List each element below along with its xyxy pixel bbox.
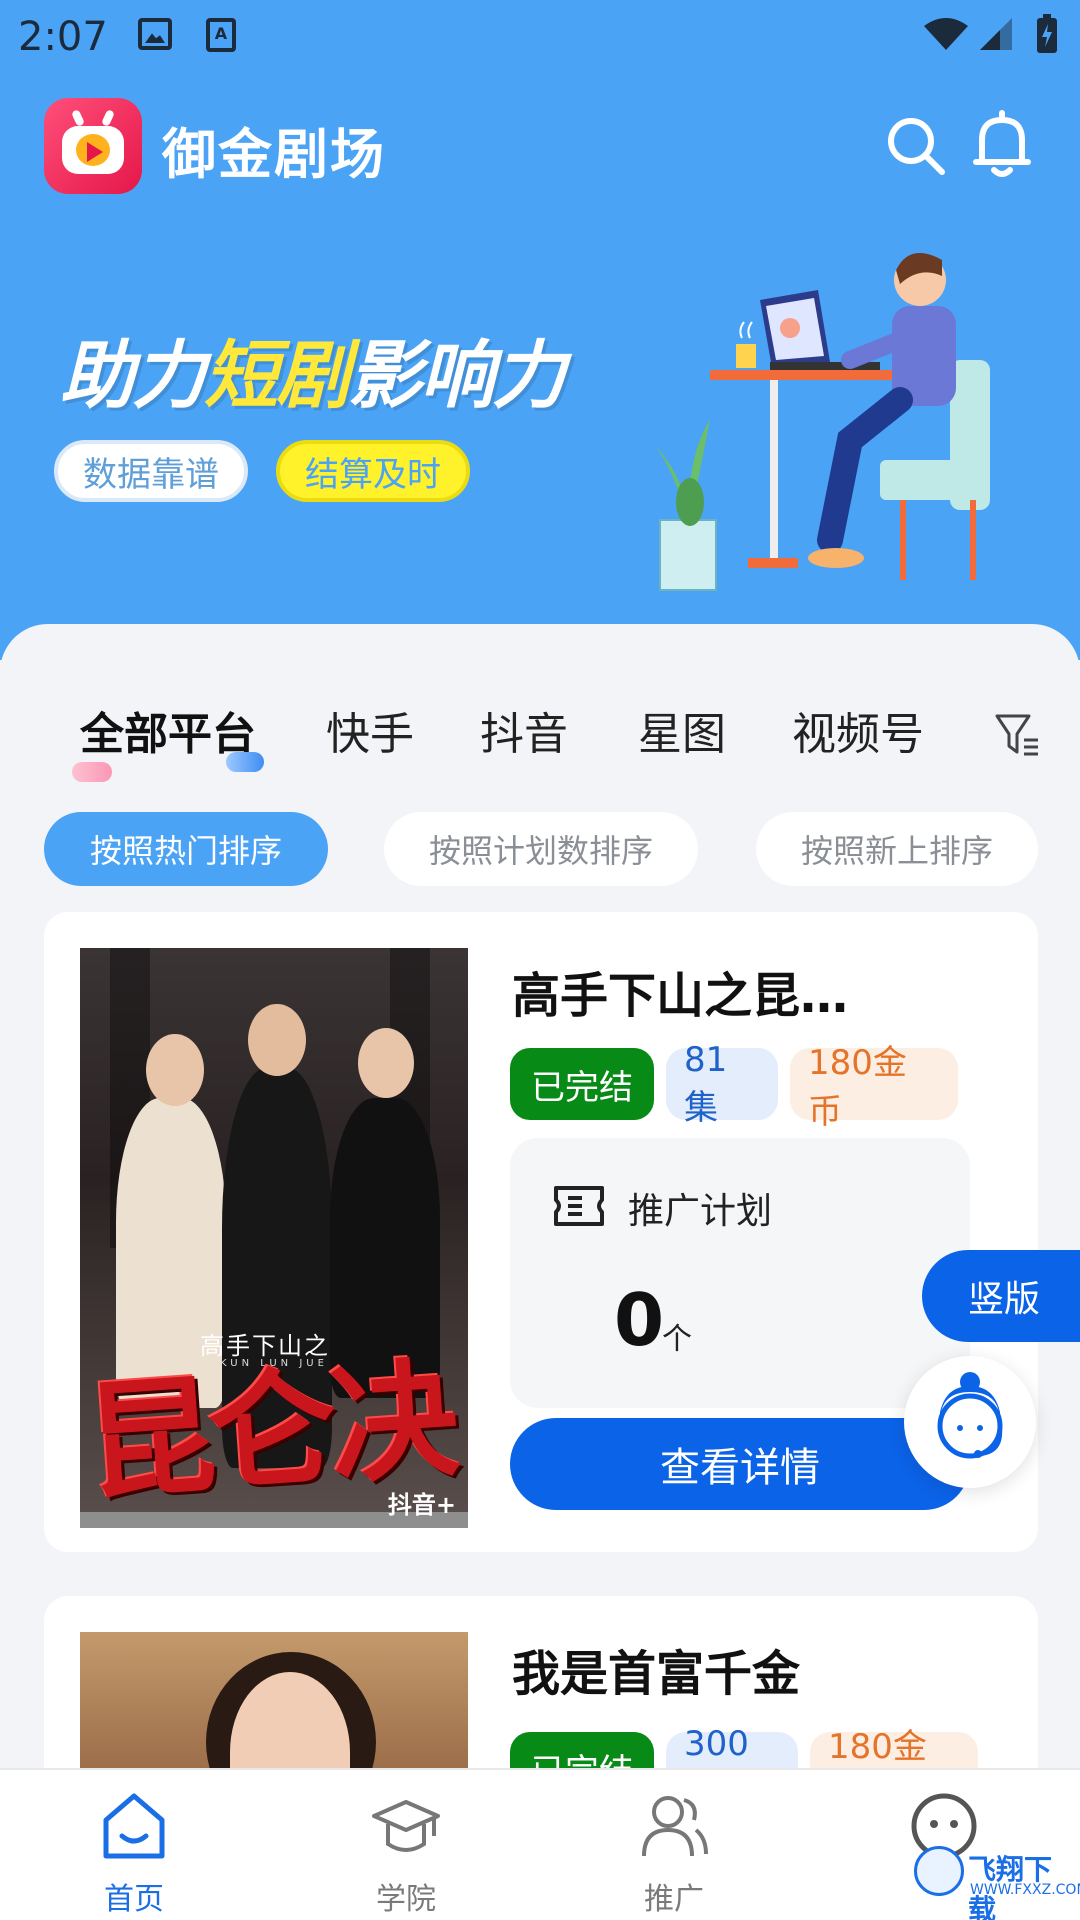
banner-slogan: 助力短剧影响力 xyxy=(60,333,566,419)
content-sheet: 全部平台 快手 抖音 星图 视频号 按照热门排序 按照计划数排序 按照新上排序 xyxy=(0,624,1080,1920)
graduation-cap-icon xyxy=(372,1800,440,1852)
tab-kuaishou[interactable]: 快手 xyxy=(326,690,414,780)
customer-service-icon xyxy=(937,1372,1003,1459)
sort-by-new-button[interactable]: 按照新上排序 xyxy=(756,812,1038,886)
battery-charging-icon xyxy=(1037,14,1057,53)
nav-promotion[interactable]: 推广 xyxy=(574,1770,774,1920)
status-badge: 已完结 xyxy=(510,1048,654,1120)
banner-pill-timely-settlement: 结算及时 xyxy=(276,440,470,502)
sort-options: 按照热门排序 按照计划数排序 按照新上排序 xyxy=(0,812,1080,886)
a-notification-icon: A xyxy=(206,18,236,52)
drama-card[interactable]: 高手下山之 KUN LUN JUE 昆仑决 抖音+ 高手下山之昆… 已完结 81… xyxy=(44,912,1038,1552)
nav-academy-label: 学院 xyxy=(376,1882,436,1917)
platform-tabs: 全部平台 快手 抖音 星图 视频号 xyxy=(0,690,1080,782)
tab-video-channel[interactable]: 视频号 xyxy=(792,690,924,780)
hero-banner-area: 2:07 A 御金剧场 助力短剧影响力 数据靠谱 结算及时 xyxy=(0,0,1080,660)
vertical-version-button[interactable]: 竖版 xyxy=(922,1250,1080,1342)
bell-icon[interactable] xyxy=(970,110,1034,180)
banner-pill-reliable-data: 数据靠谱 xyxy=(54,440,248,502)
poster-platform-label: 抖音+ xyxy=(387,1491,456,1519)
app-header: 御金剧场 xyxy=(0,96,1080,200)
tab-active-underline xyxy=(226,752,264,772)
ticket-icon xyxy=(554,1186,604,1226)
customer-service-button[interactable] xyxy=(904,1356,1036,1488)
app-title: 御金剧场 xyxy=(162,123,386,186)
app-logo xyxy=(44,98,142,194)
sort-by-hot-button[interactable]: 按照热门排序 xyxy=(44,812,328,886)
promotion-plan-label: 推广计划 xyxy=(628,1191,773,1232)
nav-home[interactable]: 首页 xyxy=(34,1770,234,1920)
filter-icon[interactable] xyxy=(994,712,1042,758)
nav-promotion-label: 推广 xyxy=(644,1882,704,1917)
price-badge: 180金币 xyxy=(790,1043,958,1132)
nav-home-label: 首页 xyxy=(104,1882,164,1917)
nav-academy[interactable]: 学院 xyxy=(306,1770,506,1920)
promotion-plan-count: 0 xyxy=(614,1278,665,1362)
users-icon xyxy=(642,1796,708,1857)
search-icon[interactable] xyxy=(884,114,948,178)
episode-count-badge: 81集 xyxy=(666,1040,778,1128)
app-root: 2:07 A 御金剧场 助力短剧影响力 数据靠谱 结算及时 全部平台 快手 抖音… xyxy=(0,0,1080,1920)
promotion-plan-unit: 个 xyxy=(662,1322,692,1357)
home-icon xyxy=(103,1793,165,1859)
promotion-plan-box: 推广计划 0 个 xyxy=(510,1138,970,1408)
drama-title[interactable]: 高手下山之昆… xyxy=(512,956,848,1026)
view-details-button[interactable]: 查看详情 xyxy=(510,1418,970,1510)
watermark-logo-icon xyxy=(914,1846,964,1896)
promo-banner[interactable]: 助力短剧影响力 数据靠谱 结算及时 xyxy=(0,240,1080,620)
status-time: 2:07 xyxy=(18,14,108,60)
office-worker-illustration xyxy=(650,252,990,591)
site-watermark: 飞翔下载 WWW.FXXZ.COM xyxy=(914,1838,1080,1920)
wifi-icon xyxy=(924,18,968,50)
tab-douyin[interactable]: 抖音 xyxy=(480,690,568,780)
status-bar: 2:07 A xyxy=(0,0,1080,72)
sort-by-plans-button[interactable]: 按照计划数排序 xyxy=(384,812,698,886)
drama-poster[interactable]: 高手下山之 KUN LUN JUE 昆仑决 抖音+ xyxy=(80,948,468,1528)
tab-xingtu[interactable]: 星图 xyxy=(638,690,726,780)
signal-icon xyxy=(980,18,1012,50)
drama-title[interactable]: 我是首富千金 xyxy=(512,1634,800,1704)
gallery-notification-icon xyxy=(138,18,172,50)
